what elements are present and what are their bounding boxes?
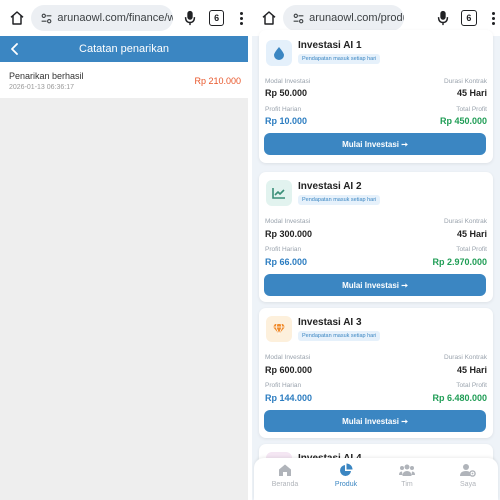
- tab-count: 6: [466, 13, 472, 23]
- pie-chart-icon: [338, 462, 354, 478]
- capital-value: Rp 300.000: [265, 229, 313, 239]
- duration-value: 45 Hari: [456, 229, 487, 239]
- back-arrow-icon[interactable]: [6, 40, 24, 58]
- microphone-icon[interactable]: [181, 7, 199, 29]
- page-title: Catatan penarikan: [79, 43, 169, 55]
- capital-label: Modal Investasi: [265, 218, 311, 225]
- browser-toolbar: arunaowl.com/finance/wdr 6: [0, 0, 248, 36]
- product-card: Investasi AI 2 Pendapatan masuk setiap h…: [259, 172, 493, 302]
- product-card: Investasi AI 3 Pendapatan masuk setiap h…: [259, 308, 493, 438]
- home-icon[interactable]: [258, 7, 279, 29]
- duration-label: Durasi Kontrak: [444, 354, 487, 361]
- nav-label: Beranda: [271, 481, 299, 488]
- capital-label: Modal Investasi: [265, 78, 311, 85]
- nav-label: Produk: [334, 481, 358, 488]
- daily-income-badge: Pendapatan masuk setiap hari: [298, 54, 381, 64]
- diamond-icon: [266, 316, 292, 342]
- withdrawal-status: Penarikan berhasil: [9, 71, 84, 81]
- trend-chart-icon: [266, 180, 292, 206]
- user-settings-icon: [460, 462, 476, 478]
- daily-profit-value: Rp 66.000: [265, 257, 308, 267]
- page-header: Catatan penarikan: [0, 36, 248, 62]
- site-settings-icon[interactable]: [37, 9, 55, 27]
- withdrawal-history-screen: arunaowl.com/finance/wdr 6 Catatan penar…: [0, 0, 248, 500]
- nav-item-tim[interactable]: Tim: [387, 462, 427, 496]
- product-name: Investasi AI 2: [298, 181, 362, 192]
- daily-profit-value: Rp 144.000: [265, 393, 313, 403]
- duration-value: 45 Hari: [456, 365, 487, 375]
- daily-profit-label: Profit Harian: [265, 382, 302, 389]
- microphone-icon[interactable]: [434, 7, 451, 29]
- address-bar[interactable]: arunaowl.com/product: [283, 5, 404, 31]
- capital-label: Modal Investasi: [265, 354, 311, 361]
- site-settings-icon[interactable]: [289, 9, 307, 27]
- withdrawal-list: Penarikan berhasil 2026-01-13 06:36:17 R…: [0, 62, 248, 500]
- team-icon: [399, 462, 415, 478]
- url-text: arunaowl.com/finance/wdr: [57, 12, 174, 24]
- tab-count: 6: [214, 13, 220, 23]
- start-investment-button[interactable]: Mulai Investasi ➙: [264, 410, 486, 432]
- tab-switcher-button[interactable]: 6: [208, 10, 225, 26]
- duration-label: Durasi Kontrak: [444, 218, 487, 225]
- total-profit-value: Rp 6.480.000: [432, 393, 487, 403]
- total-profit-label: Total Profit: [456, 106, 487, 113]
- daily-income-badge: Pendapatan masuk setiap hari: [298, 195, 381, 205]
- start-investment-button[interactable]: Mulai Investasi ➙: [264, 133, 486, 155]
- more-menu-icon[interactable]: [487, 7, 500, 29]
- withdrawal-timestamp: 2026-01-13 06:36:17: [9, 84, 74, 91]
- nav-label: Saya: [460, 481, 476, 488]
- more-menu-icon[interactable]: [234, 7, 248, 29]
- water-drop-icon: [266, 40, 292, 66]
- product-name: Investasi AI 1: [298, 40, 362, 51]
- daily-income-badge: Pendapatan masuk setiap hari: [298, 331, 381, 341]
- daily-profit-value: Rp 10.000: [265, 116, 308, 126]
- withdrawal-amount: Rp 210.000: [194, 76, 241, 86]
- nav-label: Tim: [401, 481, 413, 488]
- duration-value: 45 Hari: [456, 88, 487, 98]
- bottom-navigation: Beranda Produk Tim Saya: [254, 458, 498, 500]
- home-icon: [277, 462, 293, 478]
- address-bar[interactable]: arunaowl.com/finance/wdr: [31, 5, 174, 31]
- total-profit-label: Total Profit: [456, 246, 487, 253]
- capital-value: Rp 50.000: [265, 88, 308, 98]
- total-profit-label: Total Profit: [456, 382, 487, 389]
- capital-value: Rp 600.000: [265, 365, 313, 375]
- daily-profit-label: Profit Harian: [265, 106, 302, 113]
- nav-item-saya[interactable]: Saya: [448, 462, 488, 496]
- product-name: Investasi AI 3: [298, 317, 362, 328]
- product-card: Investasi AI 1 Pendapatan masuk setiap h…: [259, 30, 493, 163]
- daily-profit-label: Profit Harian: [265, 246, 302, 253]
- url-text: arunaowl.com/product: [309, 12, 404, 24]
- list-item[interactable]: Penarikan berhasil 2026-01-13 06:36:17 R…: [0, 62, 248, 98]
- product-list[interactable]: Investasi AI 1 Pendapatan masuk setiap h…: [252, 30, 500, 500]
- nav-item-beranda[interactable]: Beranda: [265, 462, 305, 496]
- product-screen: arunaowl.com/product 6 Investasi AI 1 Pe…: [252, 0, 500, 500]
- duration-label: Durasi Kontrak: [444, 78, 487, 85]
- start-investment-button[interactable]: Mulai Investasi ➙: [264, 274, 486, 296]
- tab-switcher-button[interactable]: 6: [461, 10, 477, 26]
- nav-item-produk[interactable]: Produk: [326, 462, 366, 496]
- total-profit-value: Rp 2.970.000: [432, 257, 487, 267]
- total-profit-value: Rp 450.000: [439, 116, 487, 126]
- home-icon[interactable]: [6, 7, 27, 29]
